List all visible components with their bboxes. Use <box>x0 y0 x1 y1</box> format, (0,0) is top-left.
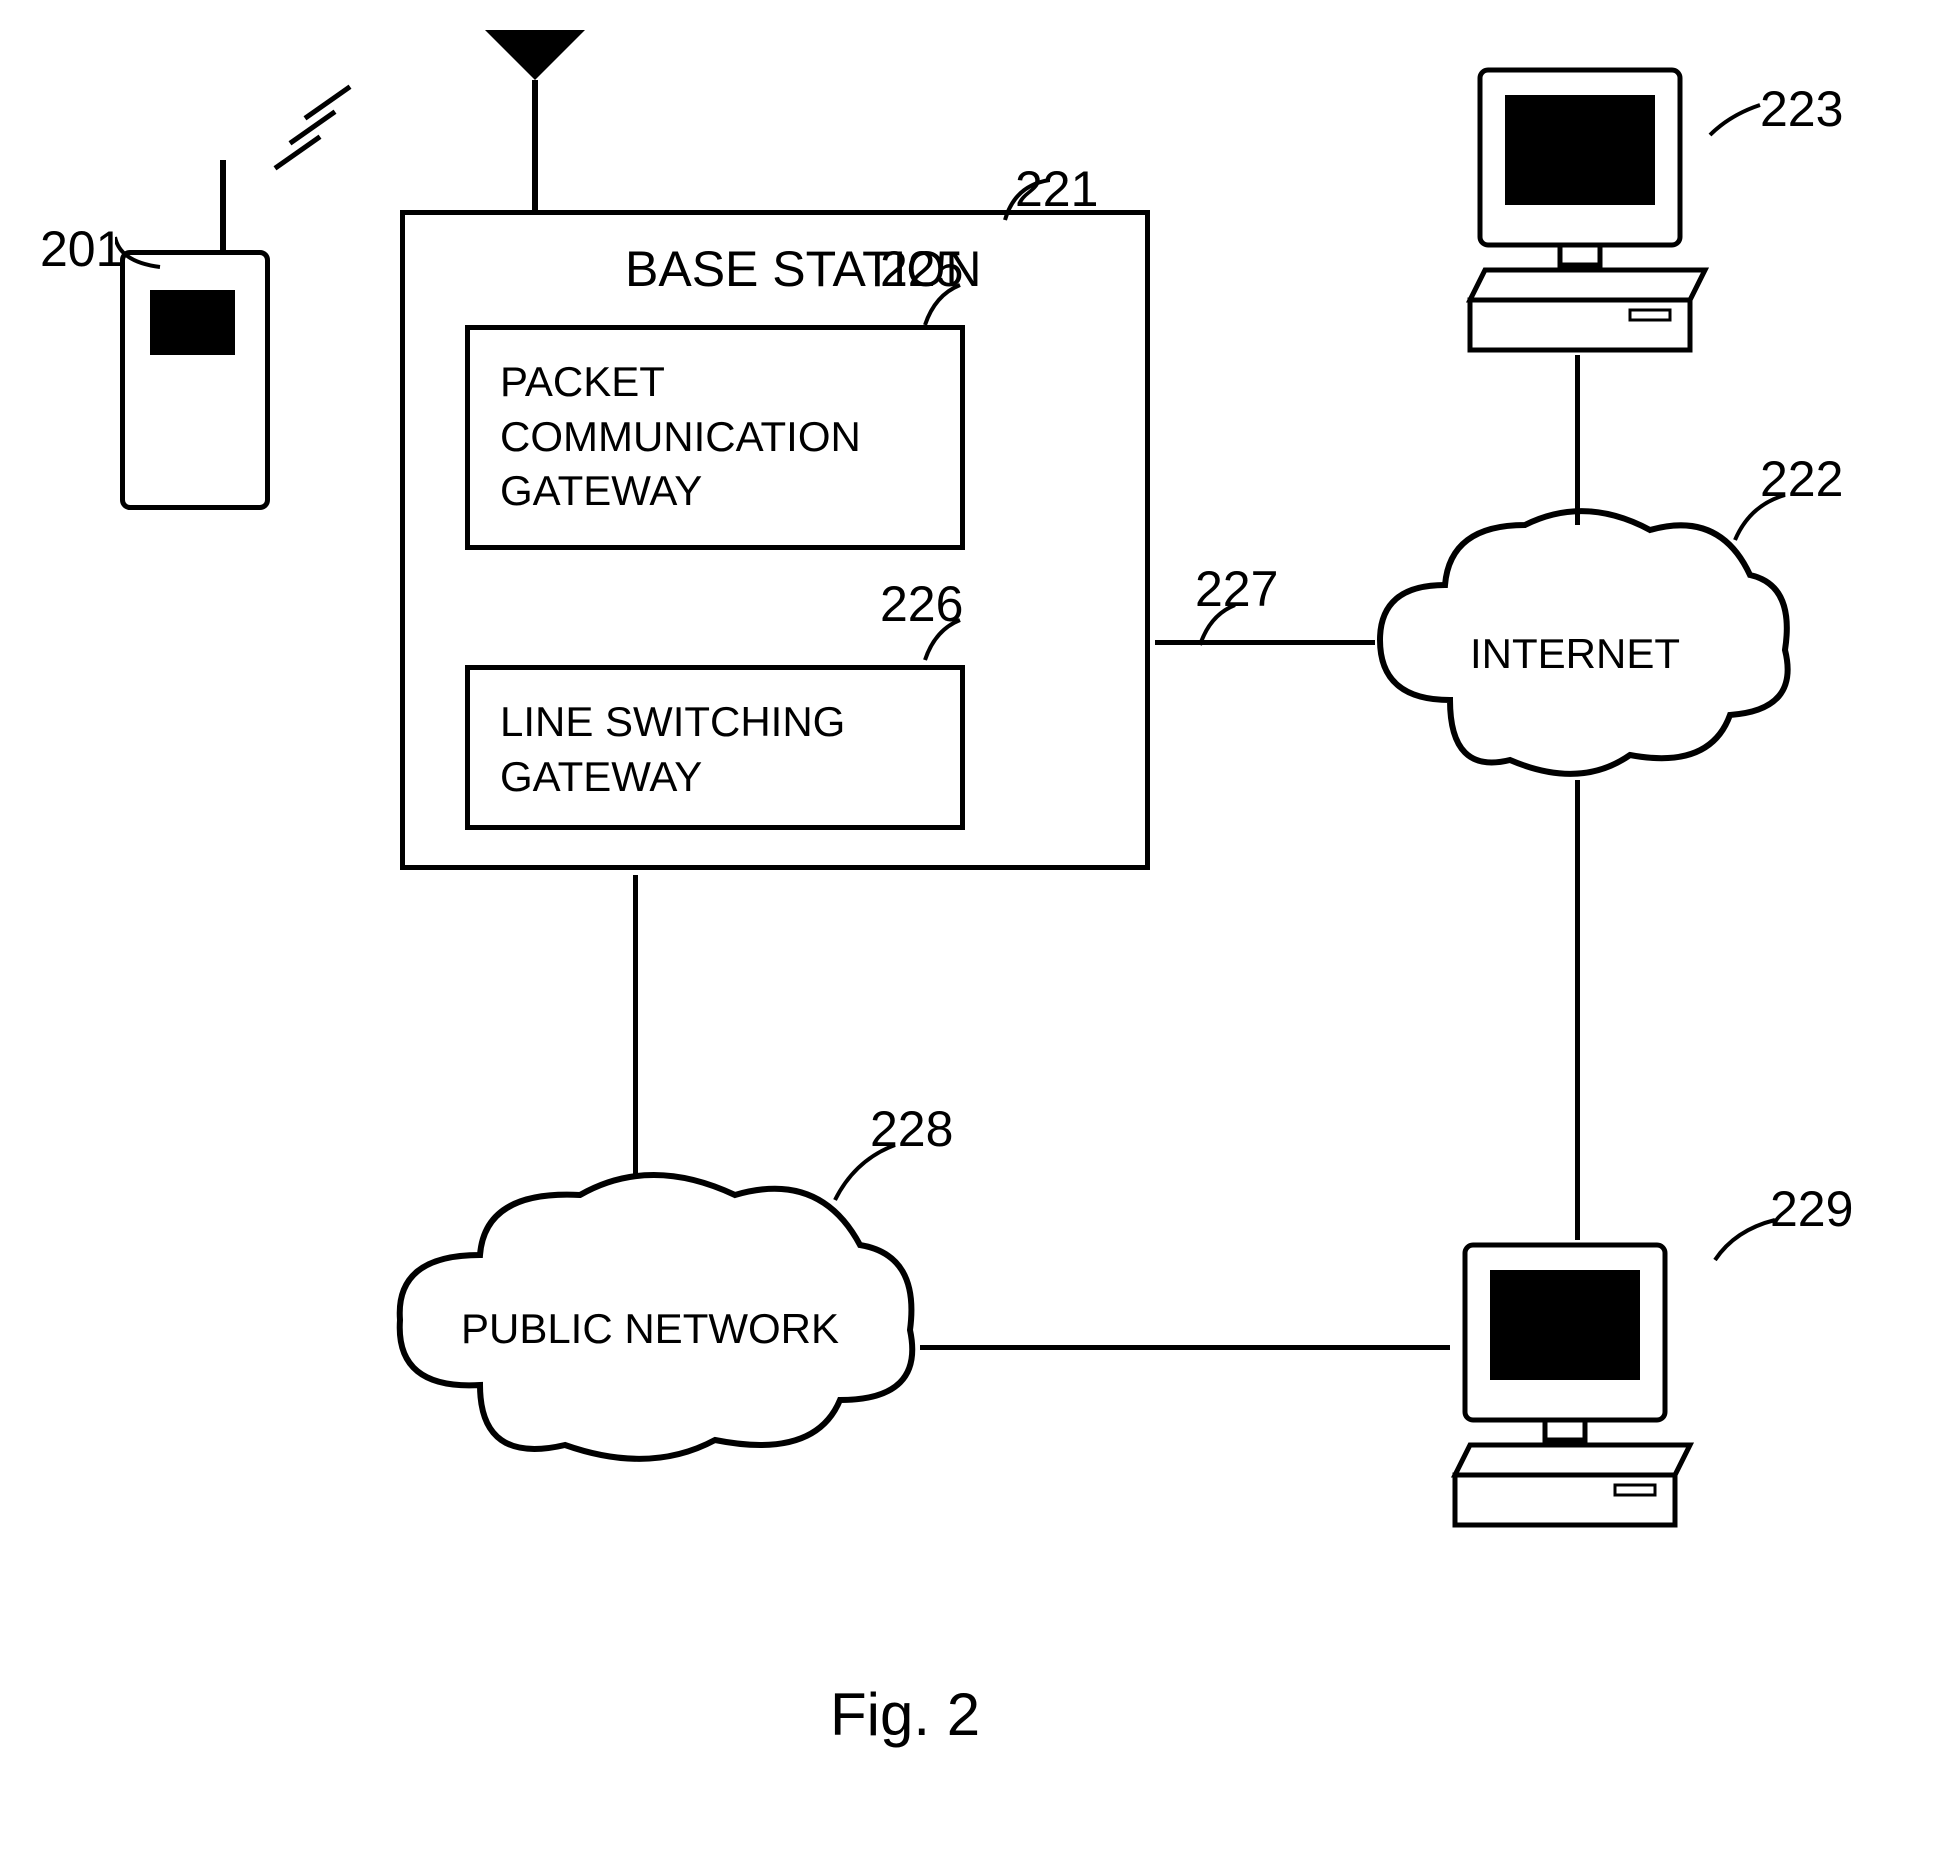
antenna-icon <box>475 25 595 215</box>
leader-222 <box>1730 490 1790 550</box>
line-public-229 <box>920 1345 1450 1350</box>
leader-227 <box>1195 600 1245 650</box>
line-bs-public <box>633 875 638 1185</box>
leader-201 <box>115 232 165 272</box>
leader-229 <box>1710 1215 1780 1265</box>
leader-228 <box>830 1140 900 1210</box>
packet-gateway: PACKET COMMUNICATION GATEWAY <box>465 325 965 550</box>
ref-223: 223 <box>1760 80 1843 138</box>
phone-antenna <box>220 160 226 260</box>
public-network-label: PUBLIC NETWORK <box>370 1305 930 1353</box>
leader-223 <box>1705 100 1765 140</box>
ref-201: 201 <box>40 220 123 278</box>
connection-227 <box>1155 640 1375 645</box>
line-switching-gateway-label: LINE SWITCHING GATEWAY <box>500 695 930 804</box>
line-internet-229 <box>1575 780 1580 1240</box>
computer-223 <box>1460 60 1680 310</box>
line-223-internet <box>1575 355 1580 525</box>
ref-229: 229 <box>1770 1180 1853 1238</box>
line-switching-gateway: LINE SWITCHING GATEWAY <box>465 665 965 830</box>
packet-gateway-label: PACKET COMMUNICATION GATEWAY <box>500 355 930 519</box>
diagram-container: 201 BASE STATION PACKET COMMUNICATION GA… <box>0 0 1934 1874</box>
figure-label: Fig. 2 <box>830 1680 980 1749</box>
internet-label: INTERNET <box>1350 630 1800 678</box>
leader-221 <box>1000 175 1050 225</box>
leader-226 <box>920 615 970 665</box>
base-station: BASE STATION PACKET COMMUNICATION GATEWA… <box>400 210 1150 870</box>
public-network-cloud: PUBLIC NETWORK <box>370 1165 930 1485</box>
phone-body <box>120 250 270 510</box>
leader-225 <box>920 280 970 330</box>
signal-icon <box>280 100 380 160</box>
mobile-phone <box>120 160 270 510</box>
computer-229 <box>1445 1235 1665 1485</box>
phone-screen <box>150 290 235 355</box>
